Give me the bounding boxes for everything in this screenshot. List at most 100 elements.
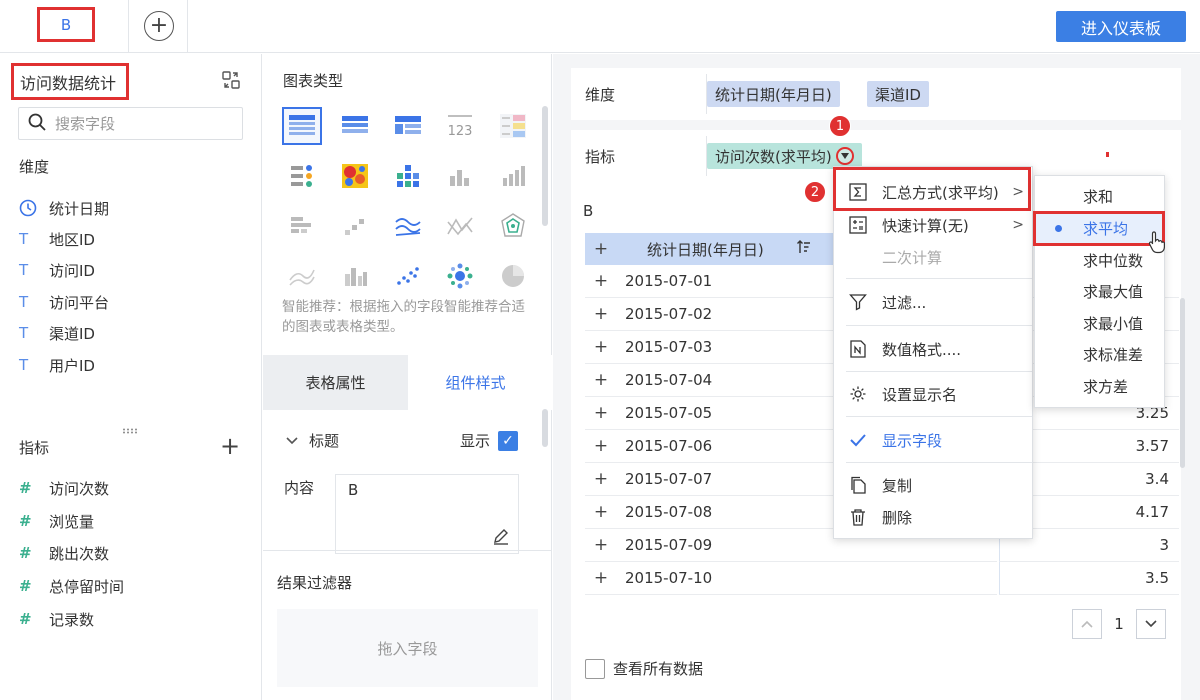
heatmap-icon[interactable] [335,157,375,195]
colored-table-icon[interactable] [493,107,533,145]
scatter-step-icon[interactable] [335,207,375,245]
pie-icon[interactable] [493,257,533,295]
bubble-icon[interactable] [440,257,480,295]
expand-icon[interactable]: + [585,271,617,291]
date-cell: 2015-07-02 [625,305,713,323]
highlight-average [1033,211,1165,246]
expand-icon[interactable]: + [585,568,617,588]
dimension-shelf-label: 维度 [585,85,616,104]
agg-option[interactable]: 求中位数 [1035,245,1166,276]
check-icon [848,431,868,449]
check-icon[interactable]: ✓ [498,430,519,451]
menu-item-show-field[interactable]: 显示字段 [834,424,1034,456]
tab-component-style[interactable]: 组件样式 [408,355,543,410]
title-section-toggle[interactable]: 标题 [285,430,339,451]
radar-line-icon[interactable] [440,207,480,245]
add-tab-button[interactable]: + [144,11,174,41]
expand-icon[interactable]: + [585,370,617,390]
agg-option[interactable]: 求标准差 [1035,339,1166,370]
chart-type-scrollbar[interactable] [542,106,548,226]
menu-item-copy[interactable]: 复制 [834,469,1034,501]
dimension-field[interactable]: T 渠道ID [19,321,95,345]
agg-option[interactable]: 求最小值 [1035,308,1166,339]
menu-item-number-format[interactable]: 数值格式.... [834,333,1034,365]
group-table-icon[interactable] [335,107,375,145]
menu-item-display-name[interactable]: 设置显示名 [834,378,1034,410]
expand-icon[interactable]: + [585,436,617,456]
agg-option[interactable]: 求最大值 [1035,276,1166,307]
pencil-icon[interactable] [492,527,510,549]
switch-dataset-icon[interactable] [221,70,241,90]
cross-table-icon[interactable] [388,107,428,145]
area-icon[interactable] [282,257,322,295]
panel-resize-handle[interactable] [122,420,140,434]
prev-page-button[interactable] [1072,609,1102,639]
metric-field[interactable]: # 记录数 [19,607,94,631]
dimension-pill[interactable]: 渠道ID [867,81,929,107]
add-metric-button[interactable]: + [220,434,240,458]
field-label: 访问平台 [49,293,110,312]
line-icon[interactable] [388,207,428,245]
dimension-shelf[interactable]: 维度 统计日期(年月日) 渠道ID [571,68,1181,120]
next-page-button[interactable] [1136,609,1166,639]
dot-list-icon[interactable] [282,157,322,195]
divider [846,462,1032,463]
tab-table-properties[interactable]: 表格属性 [263,355,408,410]
expand-icon[interactable]: + [585,469,617,489]
hash-icon: # [19,577,32,595]
column-chart-icon[interactable] [493,157,533,195]
dimension-pill[interactable]: 统计日期(年月日) [707,81,840,107]
scatter-icon[interactable] [388,257,428,295]
expand-icon[interactable]: + [585,337,617,357]
search-input[interactable]: 搜索字段 [55,113,115,134]
metric-field[interactable]: # 总停留时间 [19,574,124,598]
dimension-field[interactable]: T 访问平台 [19,290,109,314]
view-all-data-toggle[interactable]: 查看所有数据 [585,658,703,679]
style-scrollbar[interactable] [542,409,548,447]
title-content-field[interactable]: B [335,474,519,554]
metric-field[interactable]: # 跳出次数 [19,541,109,565]
menu-item-secondary-calc: 二次计算 [834,241,1034,273]
field-label: 访问ID [49,261,95,280]
dataset-title[interactable]: 访问数据统计 [11,63,129,100]
dimension-field[interactable]: T 地区ID [19,227,95,251]
caret-down-icon[interactable] [835,147,854,165]
agg-option[interactable]: 求方差 [1035,371,1166,402]
dimension-field[interactable]: 统计日期 [19,196,109,220]
menu-item-filter[interactable]: 过滤... [834,286,1034,318]
menu-item-label: 二次计算 [882,248,943,267]
expand-icon[interactable]: + [585,502,617,522]
dimension-field[interactable]: T 访问ID [19,258,95,282]
field-label: 地区ID [49,230,95,249]
menu-item-delete[interactable]: 删除 [834,501,1034,533]
menu-item-quick-calc[interactable]: 快速计算(无) > [834,209,1034,241]
clock-icon [19,199,41,217]
enter-dashboard-button[interactable]: 进入仪表板 [1056,11,1186,42]
tab-divider [128,0,129,53]
view-all-checkbox[interactable] [585,658,605,679]
detail-table-icon[interactable] [282,107,322,145]
field-search[interactable]: 搜索字段 [18,107,243,140]
metric-field[interactable]: # 浏览量 [19,509,94,533]
dimension-field[interactable]: T 用户ID [19,353,95,377]
tab-b[interactable]: B [37,7,95,42]
metric-pill-label: 访问次数(求平均) [715,147,832,166]
bar-icon[interactable] [282,207,322,245]
expand-icon[interactable]: + [585,403,617,423]
show-title-toggle[interactable]: 显示 ✓ [460,430,519,451]
radar-icon[interactable] [493,207,533,245]
table-row[interactable]: +2015-07-10 [585,562,997,595]
metric-field[interactable]: # 访问次数 [19,476,109,500]
matrix-icon[interactable] [388,157,428,195]
group-column-icon[interactable] [335,257,375,295]
field-label: 访问次数 [49,479,110,498]
kpi-icon[interactable]: 123 [440,107,480,145]
filter-drop-zone[interactable]: 拖入字段 [277,609,538,687]
expand-all-icon[interactable]: + [585,239,617,259]
expand-icon[interactable]: + [585,304,617,324]
column-icon[interactable] [440,157,480,195]
expand-icon[interactable]: + [585,535,617,555]
agg-option[interactable]: 求和 [1035,181,1166,212]
sort-icon[interactable] [796,239,812,259]
table-scrollbar[interactable] [1180,298,1185,468]
